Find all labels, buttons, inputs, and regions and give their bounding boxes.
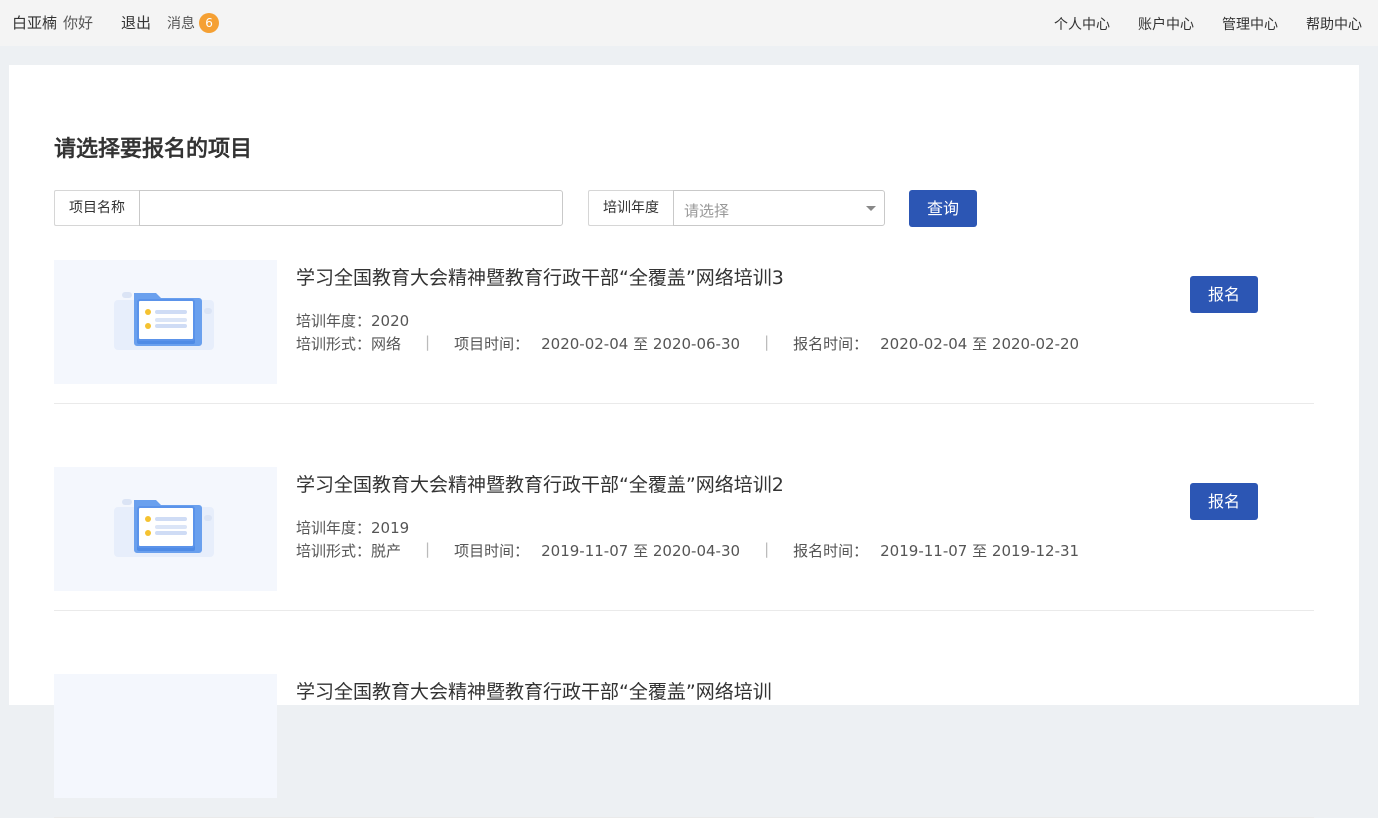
project-title[interactable]: 学习全国教育大会精神暨教育行政干部“全覆盖”网络培训2 bbox=[296, 470, 784, 497]
project-form: 培训形式：脱产 bbox=[296, 542, 402, 560]
nav-help-center[interactable]: 帮助中心 bbox=[1306, 14, 1362, 34]
project-item: 学习全国教育大会精神暨教育行政干部“全覆盖”网络培训2 培训年度：2019 培训… bbox=[54, 467, 1314, 611]
project-thumbnail bbox=[54, 467, 277, 591]
signup-time: 报名时间： 2020-02-04 至 2020-02-20 bbox=[793, 335, 1080, 353]
top-bar: 白亚楠 你好 退出 消息 6 个人中心 账户中心 管理中心 帮助中心 bbox=[0, 0, 1378, 46]
project-meta: 培训形式：脱产 | 项目时间： 2019-11-07 至 2020-04-30 |… bbox=[296, 540, 1080, 560]
search-button[interactable]: 查询 bbox=[909, 190, 977, 227]
project-title[interactable]: 学习全国教育大会精神暨教育行政干部“全覆盖”网络培训 bbox=[296, 677, 772, 704]
project-title[interactable]: 学习全国教育大会精神暨教育行政干部“全覆盖”网络培训3 bbox=[296, 263, 784, 290]
project-name-label: 项目名称 bbox=[54, 190, 139, 226]
top-nav: 个人中心 账户中心 管理中心 帮助中心 bbox=[1026, 14, 1362, 34]
project-time: 项目时间： 2019-11-07 至 2020-04-30 bbox=[454, 542, 741, 560]
nav-personal-center[interactable]: 个人中心 bbox=[1054, 14, 1110, 34]
logout-link[interactable]: 退出 bbox=[121, 12, 151, 33]
project-name-filter: 项目名称 bbox=[54, 190, 563, 226]
enroll-button[interactable]: 报名 bbox=[1190, 483, 1258, 520]
project-year: 培训年度：2020 bbox=[296, 312, 410, 330]
project-item: 学习全国教育大会精神暨教育行政干部“全覆盖”网络培训 bbox=[54, 674, 1314, 818]
caret-down-icon bbox=[866, 206, 876, 211]
project-year: 培训年度：2019 bbox=[296, 519, 410, 537]
messages-count-badge: 6 bbox=[199, 12, 220, 33]
username: 白亚楠 bbox=[12, 14, 58, 32]
project-name-input[interactable] bbox=[139, 190, 563, 226]
messages-link[interactable]: 消息 6 bbox=[167, 12, 220, 33]
project-thumbnail bbox=[54, 674, 277, 798]
training-year-filter: 培训年度 请选择 bbox=[588, 190, 885, 226]
project-item: 学习全国教育大会精神暨教育行政干部“全覆盖”网络培训3 培训年度：2020 培训… bbox=[54, 260, 1314, 404]
greeting: 你好 bbox=[63, 14, 94, 32]
project-time: 项目时间： 2020-02-04 至 2020-06-30 bbox=[454, 335, 741, 353]
folder-list-icon bbox=[114, 499, 214, 557]
project-form: 培训形式：网络 bbox=[296, 335, 402, 353]
project-thumbnail bbox=[54, 260, 277, 384]
training-year-placeholder: 请选择 bbox=[684, 202, 730, 220]
project-meta: 培训形式：网络 | 项目时间： 2020-02-04 至 2020-06-30 |… bbox=[296, 333, 1080, 353]
training-year-label: 培训年度 bbox=[588, 190, 673, 226]
enroll-button[interactable]: 报名 bbox=[1190, 276, 1258, 313]
page-title: 请选择要报名的项目 bbox=[54, 137, 253, 162]
main-panel: 请选择要报名的项目 项目名称 培训年度 请选择 查询 学习全国教育大会精神暨教育… bbox=[9, 65, 1359, 818]
nav-management-center[interactable]: 管理中心 bbox=[1222, 14, 1278, 34]
user-area: 白亚楠 你好 退出 消息 6 bbox=[12, 12, 220, 33]
messages-label: 消息 bbox=[167, 15, 196, 32]
training-year-select[interactable]: 请选择 bbox=[673, 190, 885, 226]
folder-list-icon bbox=[114, 292, 214, 350]
signup-time: 报名时间： 2019-11-07 至 2019-12-31 bbox=[793, 542, 1080, 560]
nav-account-center[interactable]: 账户中心 bbox=[1138, 14, 1194, 34]
